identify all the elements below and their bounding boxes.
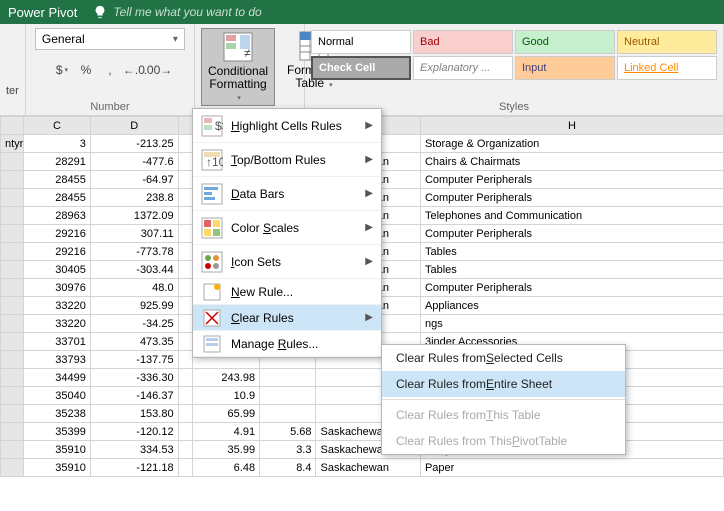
col-header-d[interactable]: D [90, 117, 178, 135]
style-linked-cell[interactable]: Linked Cell [617, 56, 717, 80]
style-check-cell[interactable]: Check Cell [311, 56, 411, 80]
submenu-arrow-icon: ▶ [365, 188, 373, 199]
highlight-cells-icon: $> [201, 115, 223, 137]
submenu-clear-selected[interactable]: Clear Rules from Selected Cells [382, 345, 625, 371]
select-all-corner[interactable] [1, 117, 24, 135]
style-good[interactable]: Good [515, 30, 615, 54]
color-scales-icon [201, 217, 223, 239]
menu-manage-rules[interactable]: Manage Rules... [193, 331, 381, 357]
menu-highlight-cells-rules[interactable]: $> Highlight Cells Rules▶ [193, 109, 381, 143]
currency-button[interactable]: $▾ [52, 60, 72, 80]
style-bad[interactable]: Bad [413, 30, 513, 54]
menu-clear-rules[interactable]: Clear Rules▶ [193, 305, 381, 331]
submenu-arrow-icon: ▶ [365, 222, 373, 233]
svg-text:$>: $> [215, 119, 223, 133]
menu-icon-sets[interactable]: Icon Sets▶ [193, 245, 381, 279]
submenu-arrow-icon: ▶ [365, 154, 373, 165]
conditional-formatting-menu: $> Highlight Cells Rules▶ ↑10 Top/Bottom… [192, 108, 382, 358]
truncated-button[interactable]: ter [6, 85, 19, 97]
menu-color-scales[interactable]: Color Scales▶ [193, 211, 381, 245]
conditional-formatting-icon: ≠ [222, 31, 254, 63]
style-input[interactable]: Input [515, 56, 615, 80]
submenu-clear-entire-sheet[interactable]: Clear Rules from Entire Sheet [382, 371, 625, 397]
col-header-c[interactable]: C [23, 117, 90, 135]
conditional-formatting-button[interactable]: ≠ Conditional Formatting ▾ [201, 28, 275, 106]
tell-me-search[interactable]: Tell me what you want to do [93, 5, 261, 19]
submenu-arrow-icon: ▶ [365, 256, 373, 267]
number-format-combo[interactable]: General ▾ [35, 28, 185, 50]
menu-new-rule[interactable]: New Rule... [193, 279, 381, 305]
manage-rules-icon [201, 333, 223, 355]
menu-data-bars[interactable]: Data Bars▶ [193, 177, 381, 211]
menu-top-bottom-rules[interactable]: ↑10 Top/Bottom Rules▶ [193, 143, 381, 177]
submenu-clear-table: Clear Rules from This Table [382, 402, 625, 428]
submenu-arrow-icon: ▶ [365, 120, 373, 131]
clear-rules-icon [201, 307, 223, 329]
svg-text:≠: ≠ [244, 46, 251, 60]
data-bars-icon [201, 183, 223, 205]
chevron-down-icon: ▾ [173, 34, 178, 45]
tab-power-pivot[interactable]: Power Pivot [8, 5, 77, 20]
table-row[interactable]: 35910-121.186.488.4SaskachewanPaper [1, 459, 724, 477]
percent-button[interactable]: % [76, 60, 96, 80]
style-neutral[interactable]: Neutral [617, 30, 717, 54]
comma-button[interactable]: , [100, 60, 120, 80]
increase-decimal-button[interactable]: ←.0 [124, 60, 144, 80]
clear-rules-submenu: Clear Rules from Selected Cells Clear Ru… [381, 344, 626, 455]
icon-sets-icon [201, 251, 223, 273]
submenu-clear-pivot: Clear Rules from This PivotTable [382, 428, 625, 454]
style-normal[interactable]: Normal [311, 30, 411, 54]
decrease-decimal-button[interactable]: .00→ [148, 60, 168, 80]
lightbulb-icon [93, 5, 107, 19]
group-label-number: Number [26, 101, 194, 115]
col-header-h[interactable]: H [420, 117, 723, 135]
new-rule-icon [201, 281, 223, 303]
submenu-arrow-icon: ▶ [365, 312, 373, 323]
svg-text:↑10: ↑10 [206, 155, 223, 169]
top-bottom-icon: ↑10 [201, 149, 223, 171]
style-explanatory[interactable]: Explanatory ... [413, 56, 513, 80]
